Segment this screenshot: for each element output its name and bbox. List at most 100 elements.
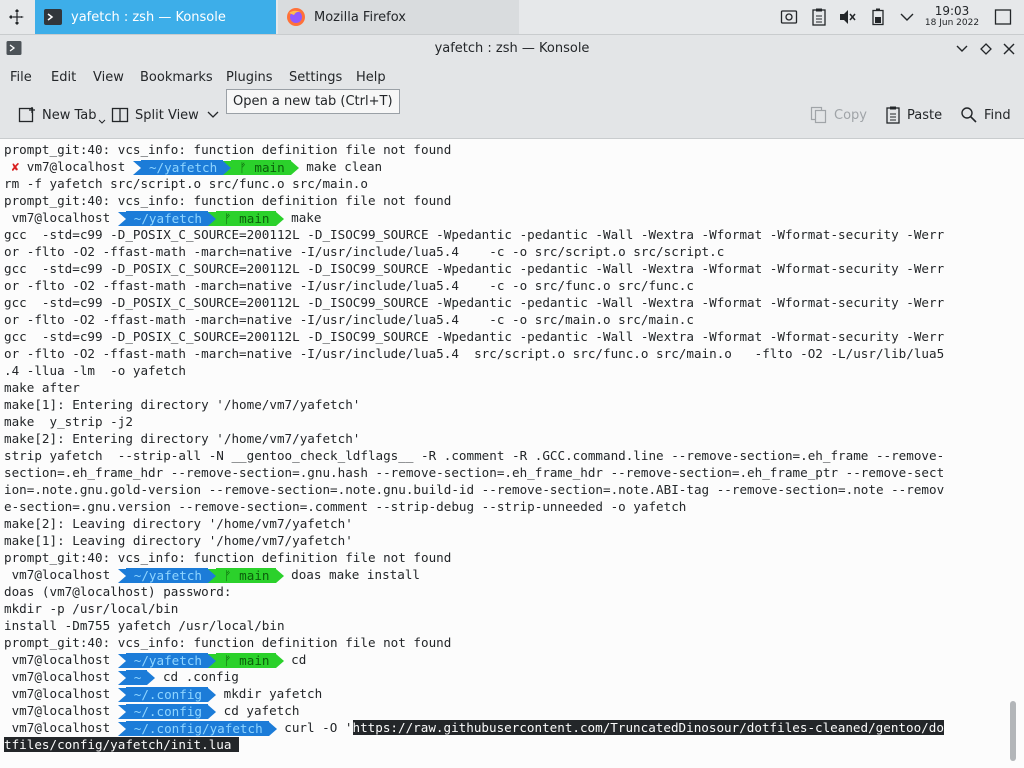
window-title: yafetch : zsh — Konsole xyxy=(434,41,590,56)
clock-time: 19:03 xyxy=(934,4,970,18)
git-branch-name: main xyxy=(239,568,270,583)
prompt-directory: ~/yafetch xyxy=(125,211,209,226)
output-text: e-section=.gnu.version --remove-section=… xyxy=(4,499,687,514)
window-titlebar[interactable]: yafetch : zsh — Konsole xyxy=(0,35,1024,64)
konsole-icon xyxy=(44,9,62,25)
launcher-icon xyxy=(9,9,24,25)
output-line: e-section=.gnu.version --remove-section=… xyxy=(4,498,1000,515)
menu-file[interactable]: File xyxy=(10,70,32,85)
output-text: make[1]: Leaving directory '/home/vm7/ya… xyxy=(4,533,353,548)
prompt-git-branch: ᚠ main xyxy=(216,211,276,226)
prompt-arrow-icon xyxy=(208,704,217,719)
output-text: gcc -std=c99 -D_POSIX_C_SOURCE=200112L -… xyxy=(4,329,945,344)
output-line: prompt_git:40: vcs_info: function defini… xyxy=(4,192,1000,209)
menu-view[interactable]: View xyxy=(93,70,124,85)
clock-date: 18 Jun 2022 xyxy=(924,18,980,28)
prompt-line: vm7@localhost ~ cd .config xyxy=(4,668,1000,685)
prompt-arrow-icon xyxy=(208,687,217,702)
output-text: or -flto -O2 -ffast-math -march=native -… xyxy=(4,346,945,361)
show-desktop-button[interactable] xyxy=(992,0,1014,34)
prompt-arrow-icon xyxy=(268,721,277,736)
output-text: or -flto -O2 -ffast-math -march=native -… xyxy=(4,312,694,327)
output-line: tfiles/config/yafetch/init.lua xyxy=(4,736,1000,753)
output-text: mkdir -p /usr/local/bin xyxy=(4,601,179,616)
volume-tray[interactable] xyxy=(836,0,858,34)
tray-expander[interactable] xyxy=(897,0,917,34)
output-text: section=.eh_frame_hdr --remove-section=.… xyxy=(4,465,945,480)
prompt-user: vm7@localhost xyxy=(11,210,111,225)
maximize-icon xyxy=(980,43,992,55)
task-konsole[interactable]: yafetch : zsh — Konsole xyxy=(35,0,276,34)
command-text: cd .config xyxy=(162,669,239,684)
copy-icon xyxy=(810,106,827,124)
battery-icon xyxy=(872,8,884,26)
output-line: make[1]: Entering directory '/home/vm7/y… xyxy=(4,396,1000,413)
menu-plugins[interactable]: Plugins xyxy=(226,70,273,85)
copy-button[interactable]: Copy xyxy=(810,92,867,138)
clock[interactable]: 19:03 18 Jun 2022 xyxy=(920,5,984,29)
prompt-arrow-icon xyxy=(147,670,156,685)
output-line: ion=.note.gnu.gold-version --remove-sect… xyxy=(4,481,1000,498)
output-text: .4 -llua -lm -o yafetch xyxy=(4,363,186,378)
prompt-arrow-icon xyxy=(117,670,126,685)
prompt-line: vm7@localhost ~/.config cd yafetch xyxy=(4,702,1000,719)
menu-bookmarks[interactable]: Bookmarks xyxy=(140,70,213,85)
prompt-directory: ~/.config xyxy=(125,687,209,702)
prompt-arrow-icon xyxy=(117,687,126,702)
prompt-git-branch: ᚠ main xyxy=(216,568,276,583)
output-line: gcc -std=c99 -D_POSIX_C_SOURCE=200112L -… xyxy=(4,294,1000,311)
output-line: or -flto -O2 -ffast-math -march=native -… xyxy=(4,311,1000,328)
prompt-directory: ~/.config/yafetch xyxy=(125,721,269,736)
output-text: doas (vm7@localhost) password: xyxy=(4,584,232,599)
find-button[interactable]: Find xyxy=(960,92,1011,138)
close-icon xyxy=(1003,43,1015,55)
output-text: rm -f yafetch src/script.o src/func.o sr… xyxy=(4,176,368,191)
split-view-icon xyxy=(111,107,129,123)
paste-label: Paste xyxy=(907,107,943,123)
output-text: strip yafetch --strip-all -N __gentoo_ch… xyxy=(4,448,945,463)
selected-text[interactable]: https://raw.githubusercontent.com/Trunca… xyxy=(352,720,944,735)
clipboard-tray[interactable] xyxy=(808,0,830,34)
output-line: or -flto -O2 -ffast-math -march=native -… xyxy=(4,277,1000,294)
output-text: gcc -std=c99 -D_POSIX_C_SOURCE=200112L -… xyxy=(4,295,945,310)
prompt-arrow-icon xyxy=(117,653,126,668)
maximize-button[interactable] xyxy=(977,40,995,58)
menubar: File Edit View Bookmarks Plugins Setting… xyxy=(0,64,1024,92)
task-firefox[interactable]: Mozilla Firefox xyxy=(278,0,519,34)
prompt-directory: ~/yafetch xyxy=(125,568,209,583)
prompt-arrow-icon xyxy=(117,211,126,226)
output-line: doas (vm7@localhost) password: xyxy=(4,583,1000,600)
output-text: gcc -std=c99 -D_POSIX_C_SOURCE=200112L -… xyxy=(4,227,945,242)
new-tab-label: New Tab xyxy=(42,107,97,123)
prompt-user: vm7@localhost xyxy=(11,686,111,701)
command-text: cd xyxy=(291,652,307,667)
split-view-button[interactable]: Split View xyxy=(111,92,225,138)
output-text: prompt_git:40: vcs_info: function defini… xyxy=(4,550,452,565)
terminal-view[interactable]: prompt_git:40: vcs_info: function defini… xyxy=(0,139,1024,768)
git-branch-name: main xyxy=(239,653,270,668)
application-launcher[interactable] xyxy=(0,0,34,34)
menu-edit[interactable]: Edit xyxy=(51,70,76,85)
output-text: make y_strip -j2 xyxy=(4,414,133,429)
close-button[interactable] xyxy=(1000,40,1018,58)
media-tray[interactable] xyxy=(778,0,800,34)
paste-icon xyxy=(886,106,900,124)
new-tab-button[interactable]: New Tab xyxy=(18,92,112,138)
terminal-scrollbar[interactable] xyxy=(1010,701,1016,761)
output-text: install -Dm755 yafetch /usr/local/bin xyxy=(4,618,285,633)
menu-settings[interactable]: Settings xyxy=(289,70,342,85)
output-line: install -Dm755 yafetch /usr/local/bin xyxy=(4,617,1000,634)
output-line: or -flto -O2 -ffast-math -march=native -… xyxy=(4,243,1000,260)
battery-tray[interactable] xyxy=(868,0,888,34)
output-text: make[2]: Entering directory '/home/vm7/y… xyxy=(4,431,361,446)
git-branch-icon: ᚠ xyxy=(224,568,232,583)
output-line: make y_strip -j2 xyxy=(4,413,1000,430)
output-line: prompt_git:40: vcs_info: function defini… xyxy=(4,549,1000,566)
menu-help[interactable]: Help xyxy=(356,70,386,85)
command-text: cd yafetch xyxy=(223,703,300,718)
output-line: gcc -std=c99 -D_POSIX_C_SOURCE=200112L -… xyxy=(4,226,1000,243)
paste-button[interactable]: Paste xyxy=(885,92,942,138)
selected-text[interactable]: tfiles/config/yafetch/init.lua xyxy=(4,737,240,752)
minimize-button[interactable] xyxy=(953,40,971,58)
output-text: or -flto -O2 -ffast-math -march=native -… xyxy=(4,278,694,293)
